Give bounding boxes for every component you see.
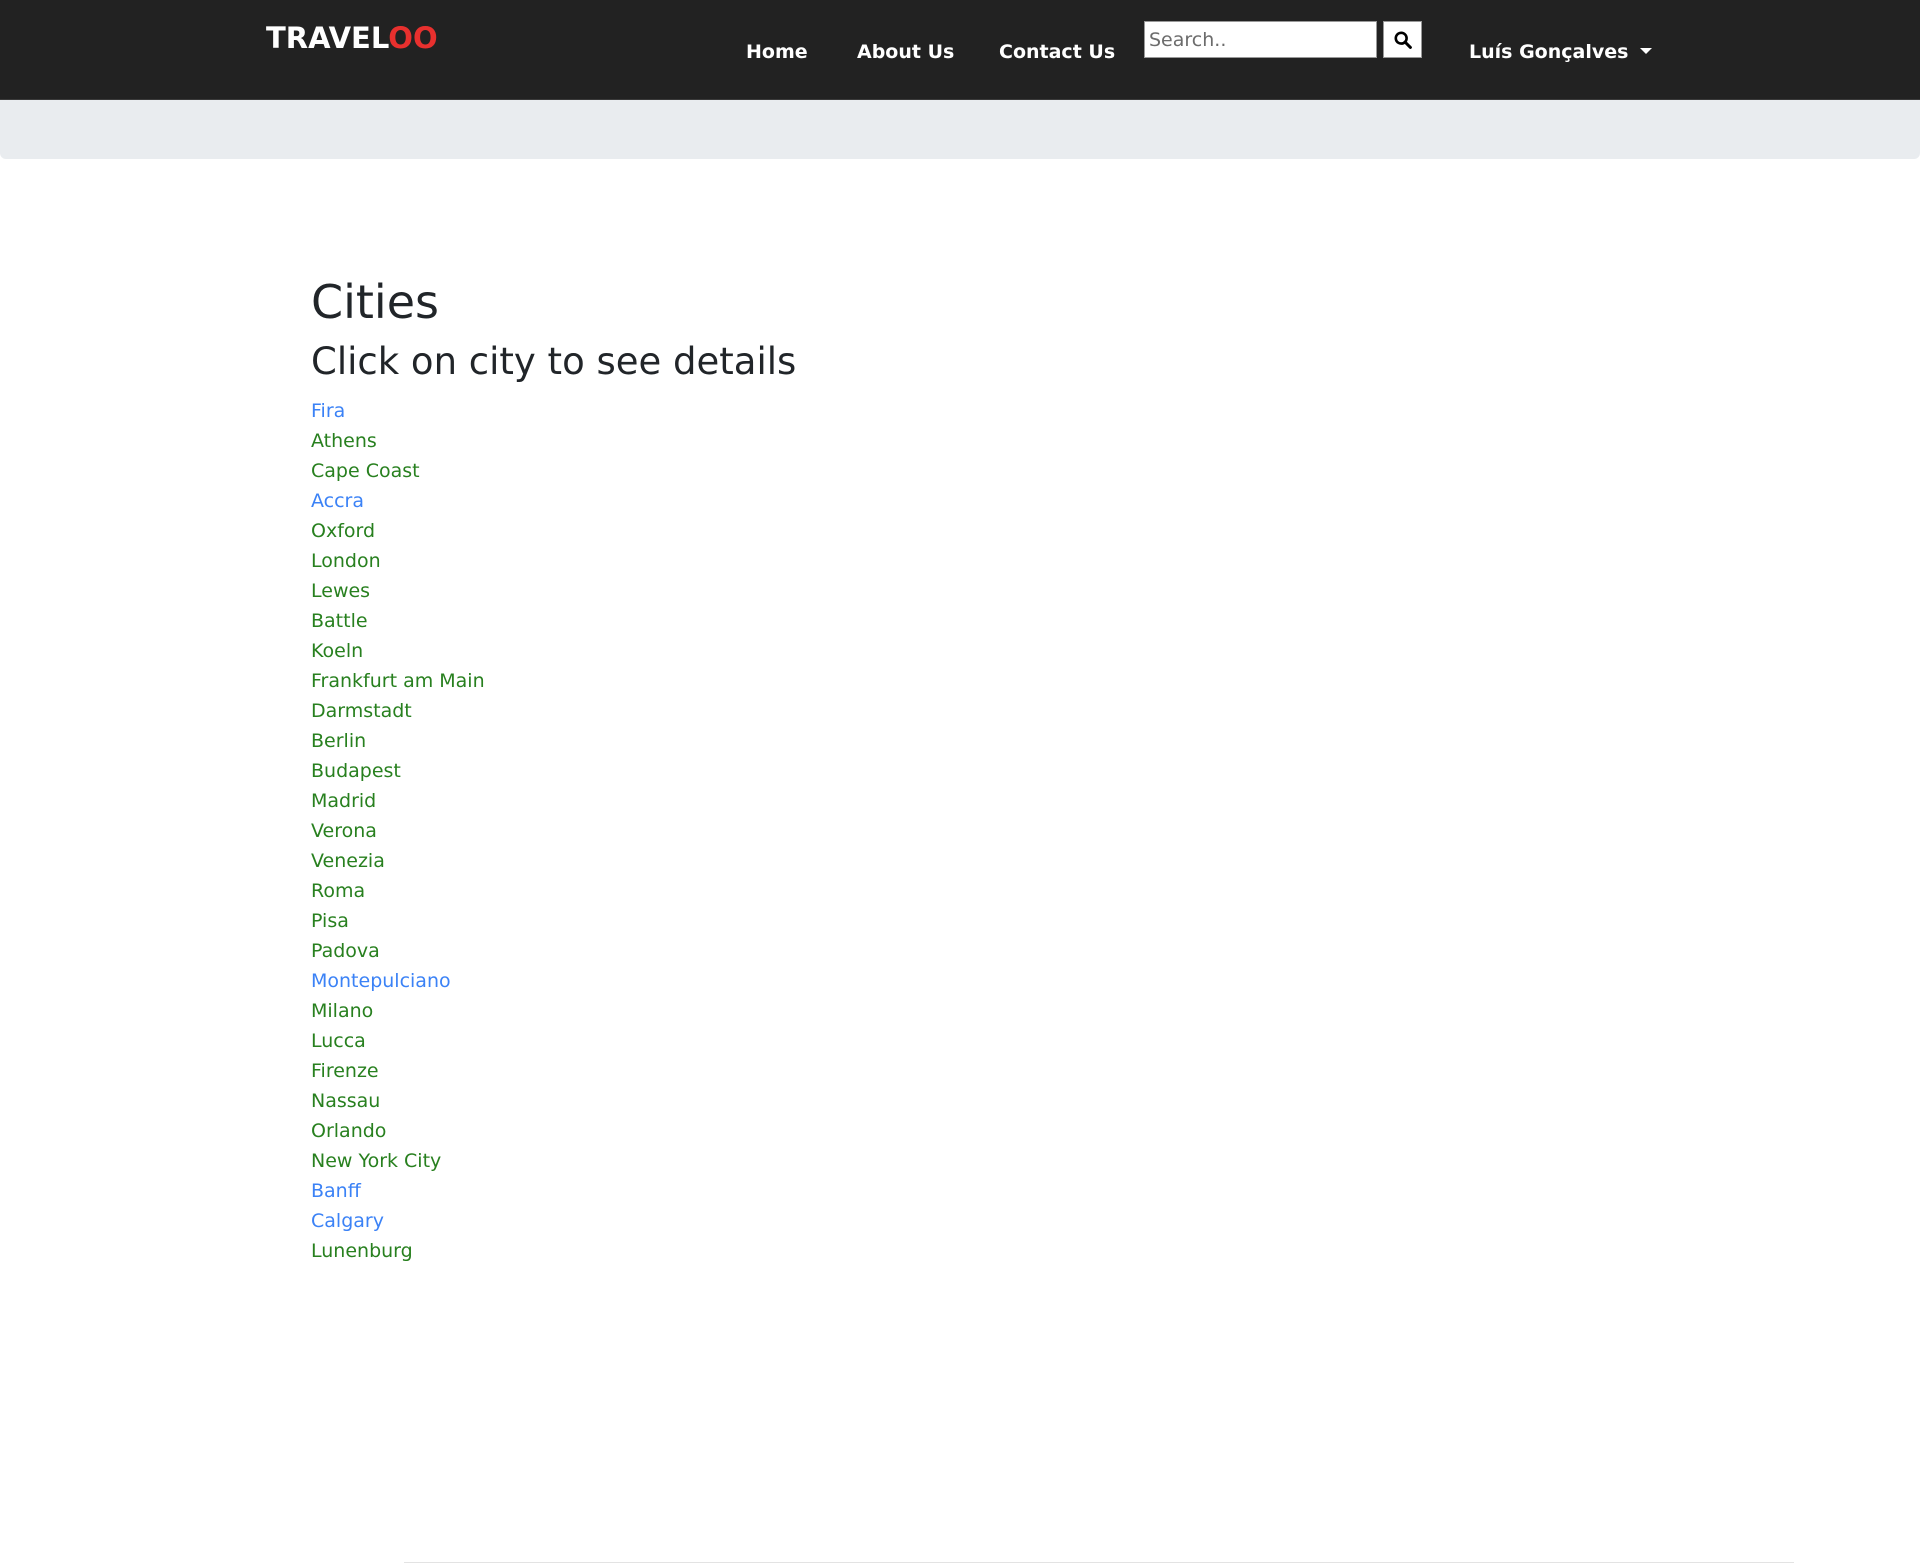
city-list-item: Battle — [311, 606, 1511, 636]
city-link[interactable]: Battle — [311, 610, 368, 632]
city-list-item: Verona — [311, 816, 1511, 846]
city-list-item: Darmstadt — [311, 696, 1511, 726]
city-link[interactable]: Orlando — [311, 1120, 386, 1142]
brand-name-main: TRAVEL — [266, 21, 389, 55]
city-link[interactable]: Roma — [311, 880, 365, 902]
nav-contact-link[interactable]: Contact Us — [999, 39, 1115, 65]
city-link[interactable]: Montepulciano — [311, 970, 451, 992]
city-link[interactable]: Darmstadt — [311, 700, 412, 722]
city-list-item: Berlin — [311, 726, 1511, 756]
city-list-item: Koeln — [311, 636, 1511, 666]
user-name: Luís Gonçalves — [1469, 41, 1629, 63]
city-link[interactable]: Lewes — [311, 580, 370, 602]
city-list: Fira Athens Cape Coast Accra Oxford London Lew… — [311, 396, 1511, 1266]
city-link[interactable]: Milano — [311, 1000, 373, 1022]
city-link[interactable]: Venezia — [311, 850, 385, 872]
city-link[interactable]: Banff — [311, 1180, 361, 1202]
city-link[interactable]: Lunenburg — [311, 1240, 413, 1262]
city-list-item: Firenze — [311, 1056, 1511, 1086]
city-list-item: Calgary — [311, 1206, 1511, 1236]
user-dropdown-toggle[interactable]: Luís Gonçalves — [1469, 39, 1653, 65]
city-link[interactable]: Verona — [311, 820, 377, 842]
city-list-item: London — [311, 546, 1511, 576]
city-link[interactable]: Madrid — [311, 790, 376, 812]
city-link[interactable]: Athens — [311, 430, 377, 452]
city-list-item: Fira — [311, 396, 1511, 426]
city-list-item: Nassau — [311, 1086, 1511, 1116]
page-subtitle: Click on city to see details — [311, 340, 797, 383]
city-list-item: Montepulciano — [311, 966, 1511, 996]
city-link[interactable]: Calgary — [311, 1210, 384, 1232]
city-list-item: New York City — [311, 1146, 1511, 1176]
search-input[interactable] — [1144, 21, 1377, 58]
city-link[interactable]: Fira — [311, 400, 345, 422]
city-link[interactable]: Koeln — [311, 640, 363, 662]
city-list-item: Accra — [311, 486, 1511, 516]
city-list-item: Orlando — [311, 1116, 1511, 1146]
city-list-item: Roma — [311, 876, 1511, 906]
city-list-item: Athens — [311, 426, 1511, 456]
nav-home-link[interactable]: Home — [746, 39, 808, 65]
city-list-item: Pisa — [311, 906, 1511, 936]
city-list-item: Madrid — [311, 786, 1511, 816]
city-link[interactable]: New York City — [311, 1150, 441, 1172]
city-link[interactable]: Berlin — [311, 730, 366, 752]
city-link[interactable]: Oxford — [311, 520, 375, 542]
city-link[interactable]: Frankfurt am Main — [311, 670, 485, 692]
city-link[interactable]: Budapest — [311, 760, 401, 782]
city-list-item: Milano — [311, 996, 1511, 1026]
city-link[interactable]: Accra — [311, 490, 364, 512]
search-button[interactable] — [1383, 21, 1422, 58]
top-navbar: TRAVELOO Home About Us Contact Us Luís G… — [0, 0, 1920, 100]
header-band — [0, 100, 1920, 159]
page-title: Cities — [311, 275, 439, 329]
city-list-item: Lunenburg — [311, 1236, 1511, 1266]
city-link[interactable]: Nassau — [311, 1090, 380, 1112]
city-list-item: Lucca — [311, 1026, 1511, 1056]
city-list-item: Budapest — [311, 756, 1511, 786]
search-icon — [1394, 31, 1412, 49]
city-list-item: Oxford — [311, 516, 1511, 546]
chevron-down-icon — [1640, 48, 1653, 54]
main-content: Cities Click on city to see details Fira… — [311, 270, 1511, 1266]
city-link[interactable]: Cape Coast — [311, 460, 420, 482]
city-list-item: Frankfurt am Main — [311, 666, 1511, 696]
brand-name-accent: OO — [388, 21, 438, 55]
city-link[interactable]: Firenze — [311, 1060, 379, 1082]
city-list-item: Cape Coast — [311, 456, 1511, 486]
city-list-item: Lewes — [311, 576, 1511, 606]
city-link[interactable]: Lucca — [311, 1030, 366, 1052]
nav-about-link[interactable]: About Us — [857, 39, 954, 65]
city-link[interactable]: Padova — [311, 940, 380, 962]
city-list-item: Banff — [311, 1176, 1511, 1206]
brand-logo[interactable]: TRAVELOO — [266, 20, 438, 56]
city-list-item: Padova — [311, 936, 1511, 966]
city-link[interactable]: Pisa — [311, 910, 349, 932]
city-link[interactable]: London — [311, 550, 381, 572]
footer-divider — [404, 1562, 1794, 1563]
city-list-item: Venezia — [311, 846, 1511, 876]
